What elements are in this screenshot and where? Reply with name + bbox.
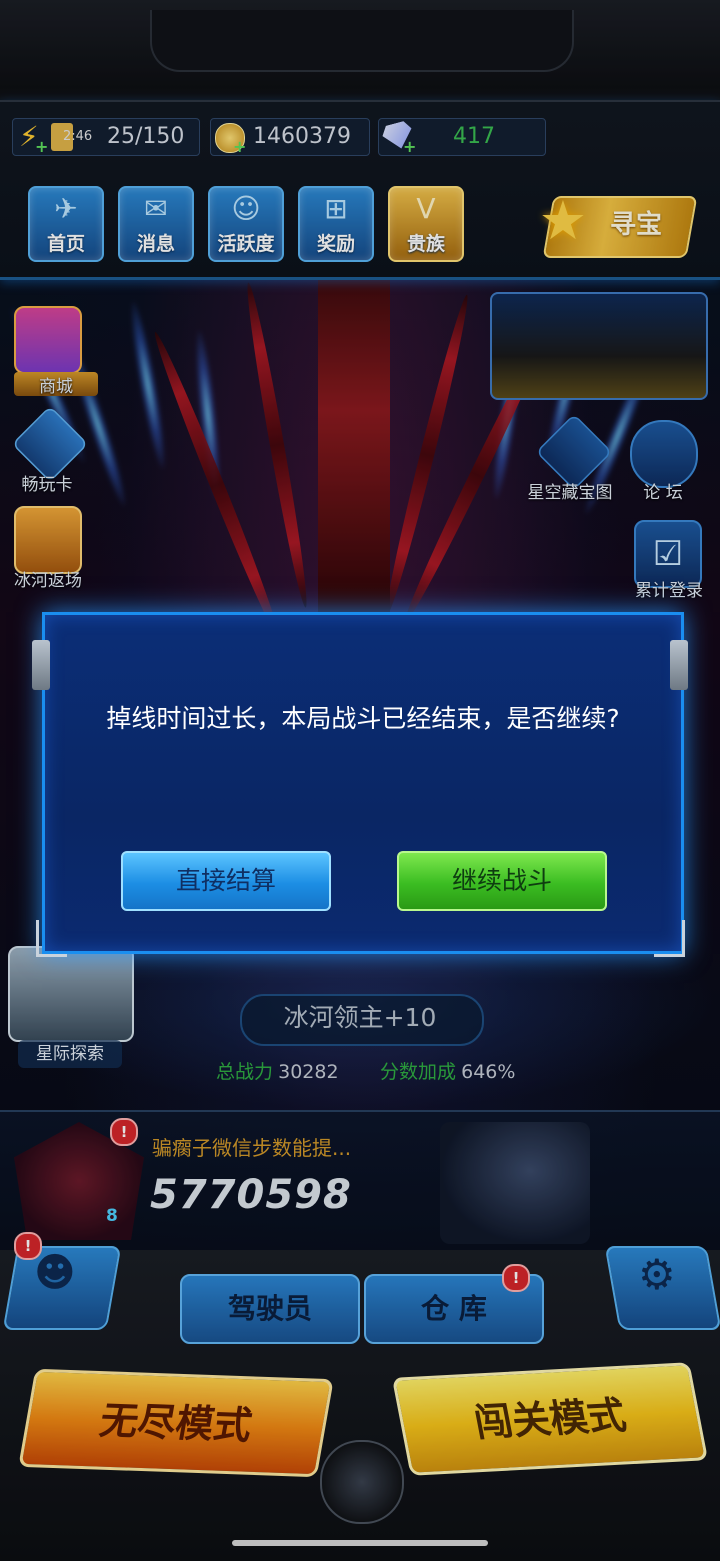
continue-button[interactable]: 继续战斗 — [397, 851, 607, 911]
dialog-corner-bl — [36, 920, 67, 957]
dialog-left-clip — [32, 640, 50, 690]
dialog-panel: 掉线时间过长，本局战斗已经结束，是否继续? 直接结算 继续战斗 — [42, 612, 684, 954]
settle-button[interactable]: 直接结算 — [121, 851, 331, 911]
dialog-message: 掉线时间过长，本局战斗已经结束，是否继续? — [106, 704, 620, 733]
dialog-corner-br — [654, 920, 685, 957]
dialog-right-clip — [670, 640, 688, 690]
